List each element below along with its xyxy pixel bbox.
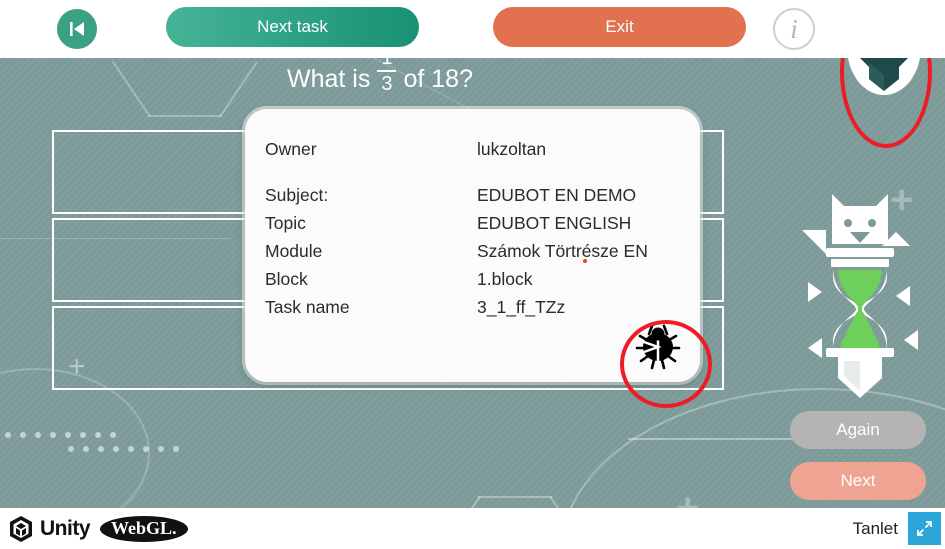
dialog-row-value: 1.block [477, 269, 533, 289]
dialog-row-value: EDUBOT ENGLISH [477, 213, 632, 233]
back-button[interactable] [57, 9, 97, 49]
game-stage: + + What is 1 3 of 18? 16 15 [0, 58, 945, 508]
question-prefix: What is [287, 65, 371, 93]
dialog-row-value: lukzoltan [477, 139, 547, 159]
question-text: What is 1 3 of 18? [0, 58, 760, 94]
decor-plus-icon: + [68, 350, 86, 383]
bug-report-button[interactable] [626, 314, 690, 378]
skip-to-start-icon [70, 22, 84, 36]
fraction-bar [377, 70, 397, 72]
again-button[interactable]: Again [790, 411, 926, 449]
task-info-dialog: Owner lukzoltan Subject: EDUBOT EN DEMO … [245, 109, 700, 382]
dialog-row: Topic EDUBOT ENGLISH [245, 209, 700, 237]
dialog-row: Owner lukzoltan [245, 135, 700, 163]
decor-dot-row-2 [68, 446, 179, 452]
decor-triangle-down [478, 496, 552, 508]
dialog-row-value: Számok Törtrésze EN [477, 241, 648, 261]
app-root: + + What is 1 3 of 18? 16 15 [0, 0, 945, 549]
exit-button[interactable]: Exit [493, 7, 746, 47]
question-suffix: of 18? [403, 65, 473, 93]
fraction-denominator: 3 [381, 73, 393, 95]
dialog-row-key: Module [265, 241, 323, 261]
question-fraction: 1 3 [377, 58, 397, 95]
dialog-row: Subject: EDUBOT EN DEMO [245, 181, 700, 209]
fullscreen-icon [917, 521, 932, 536]
dialog-row-key: Subject: [265, 185, 329, 205]
app-name-label: Tanlet [852, 518, 898, 538]
dialog-row-key: Topic [265, 213, 306, 233]
next-task-button[interactable]: Next task [166, 7, 419, 47]
fraction-numerator: 1 [381, 58, 393, 69]
unity-cube-icon [10, 515, 32, 542]
dialog-row-key: Owner [265, 139, 317, 159]
fullscreen-button[interactable] [908, 512, 941, 545]
dialog-row-key: Block [265, 269, 308, 289]
hourglass-icon [802, 194, 918, 398]
info-button[interactable]: i [773, 8, 815, 50]
dialog-spacer [245, 163, 700, 181]
dialog-row: Block 1.block [245, 265, 700, 293]
bottom-statusbar: Unity WebGL. Tanlet [0, 508, 945, 549]
decor-plus-2: + [676, 486, 700, 508]
dialog-row: Module Számok Törtrésze EN [245, 237, 700, 265]
next-button[interactable]: Next [790, 462, 926, 500]
cursor-dot [583, 259, 587, 263]
top-toolbar: Next task Exit i [0, 0, 945, 58]
unity-logo: Unity WebGL. [8, 515, 188, 543]
bug-icon [635, 324, 681, 370]
decor-dot-row-1 [5, 432, 116, 438]
unity-wordmark: Unity [40, 516, 91, 540]
dialog-row-key: Task name [265, 297, 350, 317]
hourglass-character [800, 190, 920, 400]
dialog-row-value: EDUBOT EN DEMO [477, 185, 637, 205]
webgl-badge: WebGL. [100, 515, 188, 542]
info-icon: i [790, 13, 798, 44]
